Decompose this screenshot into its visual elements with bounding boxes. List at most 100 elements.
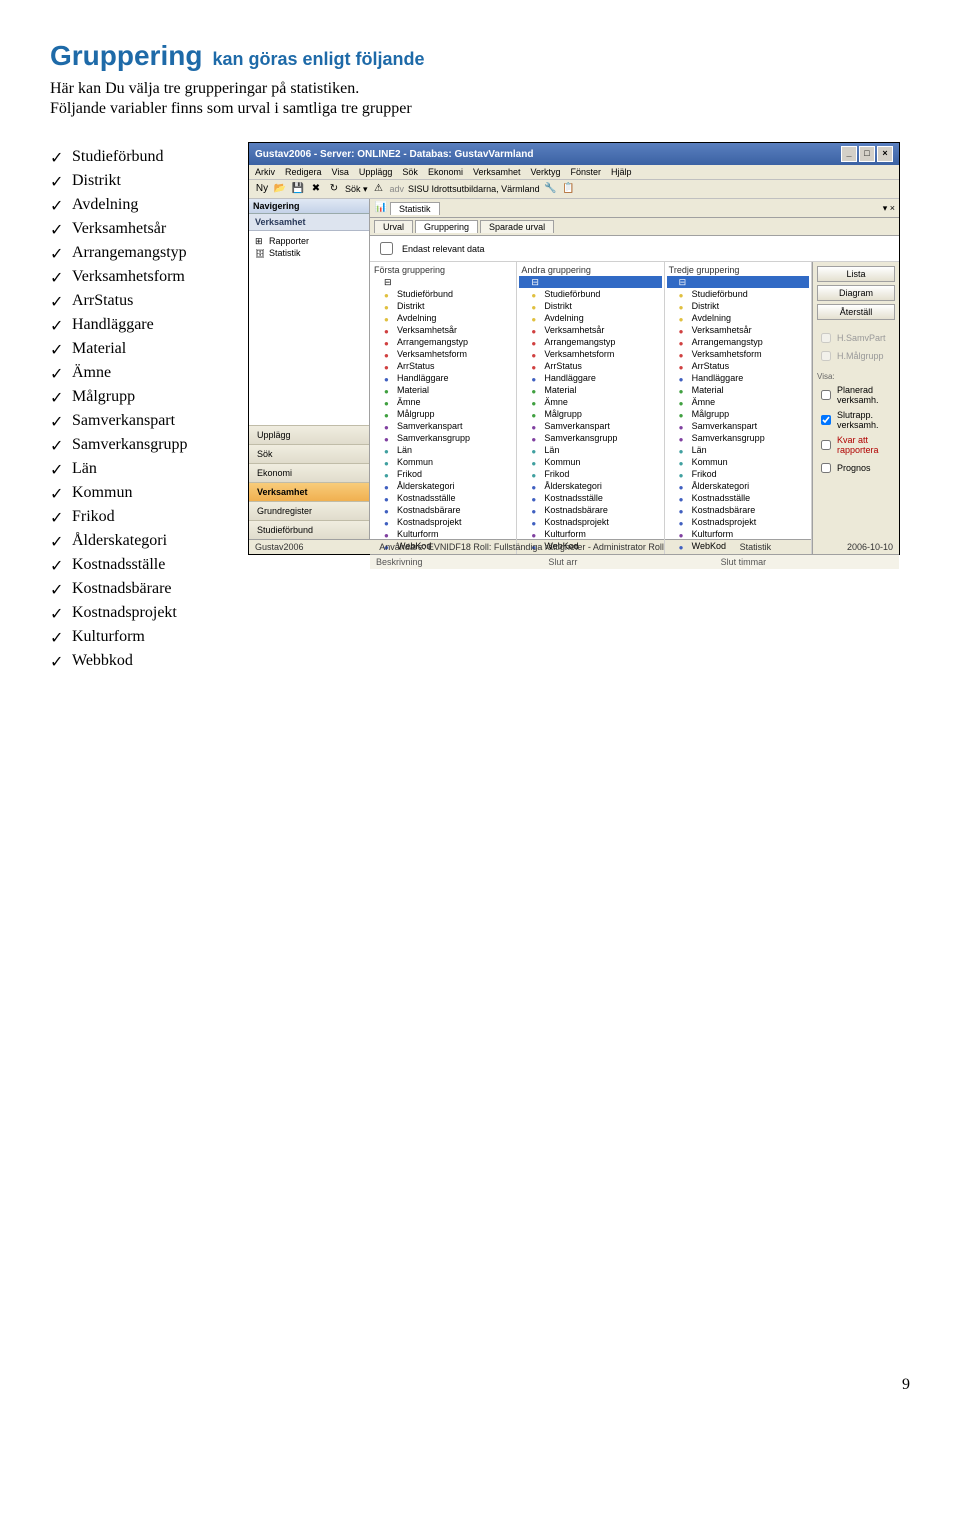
- tool-icon-2[interactable]: 📋: [562, 182, 576, 196]
- filter-tabs[interactable]: UrvalGrupperingSparade urval: [370, 218, 899, 236]
- filter-tab[interactable]: Sparade urval: [480, 220, 554, 233]
- tree-item[interactable]: ArrStatus: [667, 360, 809, 372]
- nav-tab[interactable]: Studieförbund: [249, 520, 369, 539]
- tree-item[interactable]: Kostnadsställe: [667, 492, 809, 504]
- maximize-button[interactable]: □: [859, 146, 875, 162]
- nav-tree[interactable]: RapporterStatistik: [249, 231, 369, 425]
- tree-item[interactable]: Kommun: [519, 456, 661, 468]
- nav-tabs[interactable]: UppläggSökEkonomiVerksamhetGrundregister…: [249, 425, 369, 539]
- slutrapp-checkbox[interactable]: [821, 415, 831, 425]
- tree-root[interactable]: ⊟: [667, 276, 809, 288]
- open-icon[interactable]: 📂: [273, 182, 287, 196]
- tree-item[interactable]: Ålderskategori: [519, 480, 661, 492]
- tree-item[interactable]: Samverkanspart: [519, 420, 661, 432]
- tree-item[interactable]: Målgrupp: [519, 408, 661, 420]
- tree-item[interactable]: Ämne: [519, 396, 661, 408]
- tree-item[interactable]: Samverkansgrupp: [667, 432, 809, 444]
- minimize-button[interactable]: _: [841, 146, 857, 162]
- tree-item[interactable]: Studieförbund: [519, 288, 661, 300]
- tree-item[interactable]: Kommun: [667, 456, 809, 468]
- tree-item[interactable]: Distrikt: [519, 300, 661, 312]
- menu-item[interactable]: Redigera: [285, 167, 322, 177]
- aterstall-button[interactable]: Återställ: [817, 304, 895, 320]
- tree-item[interactable]: Verksamhetsform: [667, 348, 809, 360]
- tree-item[interactable]: Frikod: [372, 468, 514, 480]
- planerad-checkbox[interactable]: [821, 390, 831, 400]
- tab-statistik[interactable]: Statistik: [390, 202, 440, 215]
- tree-item[interactable]: Kommun: [372, 456, 514, 468]
- tree-item[interactable]: Ämne: [667, 396, 809, 408]
- tree-item[interactable]: Arrangemangstyp: [519, 336, 661, 348]
- tree-item[interactable]: Verksamhetsår: [667, 324, 809, 336]
- filter-tab[interactable]: Urval: [374, 220, 413, 233]
- tree-item[interactable]: Målgrupp: [372, 408, 514, 420]
- tree-item[interactable]: Verksamhetsform: [372, 348, 514, 360]
- tree-item[interactable]: Avdelning: [519, 312, 661, 324]
- tree-item[interactable]: Studieförbund: [667, 288, 809, 300]
- menu-item[interactable]: Sök: [402, 167, 418, 177]
- menu-item[interactable]: Ekonomi: [428, 167, 463, 177]
- tree-item[interactable]: WebKod: [667, 540, 809, 552]
- tree-item[interactable]: Avdelning: [667, 312, 809, 324]
- tree-item[interactable]: Ämne: [372, 396, 514, 408]
- tool-icon-1[interactable]: 🔧: [544, 182, 558, 196]
- delete-icon[interactable]: ✖: [309, 182, 323, 196]
- nav-tab[interactable]: Verksamhet: [249, 482, 369, 501]
- menu-item[interactable]: Verktyg: [530, 167, 560, 177]
- menu-item[interactable]: Upplägg: [359, 167, 393, 177]
- tree-root[interactable]: ⊟: [372, 276, 514, 288]
- tree-item[interactable]: Kulturform: [667, 528, 809, 540]
- tree-item[interactable]: Arrangemangstyp: [372, 336, 514, 348]
- tree-item[interactable]: Län: [667, 444, 809, 456]
- tree-item[interactable]: Samverkansgrupp: [519, 432, 661, 444]
- diagram-button[interactable]: Diagram: [817, 285, 895, 301]
- menu-item[interactable]: Arkiv: [255, 167, 275, 177]
- menu-item[interactable]: Visa: [332, 167, 349, 177]
- lista-button[interactable]: Lista: [817, 266, 895, 282]
- tree-item[interactable]: Verksamhetsform: [519, 348, 661, 360]
- nav-item[interactable]: Rapporter: [253, 235, 365, 247]
- tree-item[interactable]: Ålderskategori: [372, 480, 514, 492]
- tree-item[interactable]: Handläggare: [667, 372, 809, 384]
- tree-item[interactable]: Material: [667, 384, 809, 396]
- nav-tab[interactable]: Ekonomi: [249, 463, 369, 482]
- tree-item[interactable]: Kulturform: [372, 528, 514, 540]
- tree-item[interactable]: Kostnadsprojekt: [372, 516, 514, 528]
- tree-item[interactable]: Material: [519, 384, 661, 396]
- tree-item[interactable]: Verksamhetsår: [519, 324, 661, 336]
- close-button[interactable]: ×: [877, 146, 893, 162]
- tab-dropdown-icon[interactable]: ▾ ×: [883, 203, 895, 214]
- tree-item[interactable]: Arrangemangstyp: [667, 336, 809, 348]
- nav-tab[interactable]: Upplägg: [249, 425, 369, 444]
- warning-icon[interactable]: ⚠: [372, 182, 386, 196]
- tree-item[interactable]: Kostnadsställe: [519, 492, 661, 504]
- doc-tabs[interactable]: 📊 Statistik ▾ ×: [370, 199, 899, 218]
- tree-item[interactable]: Län: [372, 444, 514, 456]
- tree-item[interactable]: Handläggare: [372, 372, 514, 384]
- new-dropdown[interactable]: Ny ▾: [255, 182, 269, 196]
- menubar[interactable]: ArkivRedigeraVisaUppläggSökEkonomiVerksa…: [249, 165, 899, 180]
- tree-item[interactable]: Kulturform: [519, 528, 661, 540]
- tree-item[interactable]: Samverkanspart: [372, 420, 514, 432]
- relevant-data-checkbox[interactable]: [380, 242, 393, 255]
- tree-root[interactable]: ⊟: [519, 276, 661, 288]
- tree-item[interactable]: Län: [519, 444, 661, 456]
- tree-item[interactable]: Handläggare: [519, 372, 661, 384]
- tree-item[interactable]: Avdelning: [372, 312, 514, 324]
- refresh-icon[interactable]: ↻: [327, 182, 341, 196]
- nav-tab[interactable]: Sök: [249, 444, 369, 463]
- tree-item[interactable]: Kostnadsbärare: [667, 504, 809, 516]
- tree-item[interactable]: Kostnadsprojekt: [667, 516, 809, 528]
- tree-item[interactable]: ArrStatus: [519, 360, 661, 372]
- tree-item[interactable]: Kostnadsbärare: [372, 504, 514, 516]
- tree-item[interactable]: Studieförbund: [372, 288, 514, 300]
- tree-item[interactable]: Distrikt: [372, 300, 514, 312]
- toolbar[interactable]: Ny ▾ 📂 💾 ✖ ↻ Sök ▾ ⚠ adv SISU Idrottsutb…: [249, 180, 899, 199]
- tree-item[interactable]: Samverkansgrupp: [372, 432, 514, 444]
- nav-item[interactable]: Statistik: [253, 247, 365, 259]
- tree-item[interactable]: Material: [372, 384, 514, 396]
- tree-item[interactable]: Målgrupp: [667, 408, 809, 420]
- tree-item[interactable]: Kostnadsbärare: [519, 504, 661, 516]
- nav-tab[interactable]: Grundregister: [249, 501, 369, 520]
- filter-tab[interactable]: Gruppering: [415, 220, 478, 233]
